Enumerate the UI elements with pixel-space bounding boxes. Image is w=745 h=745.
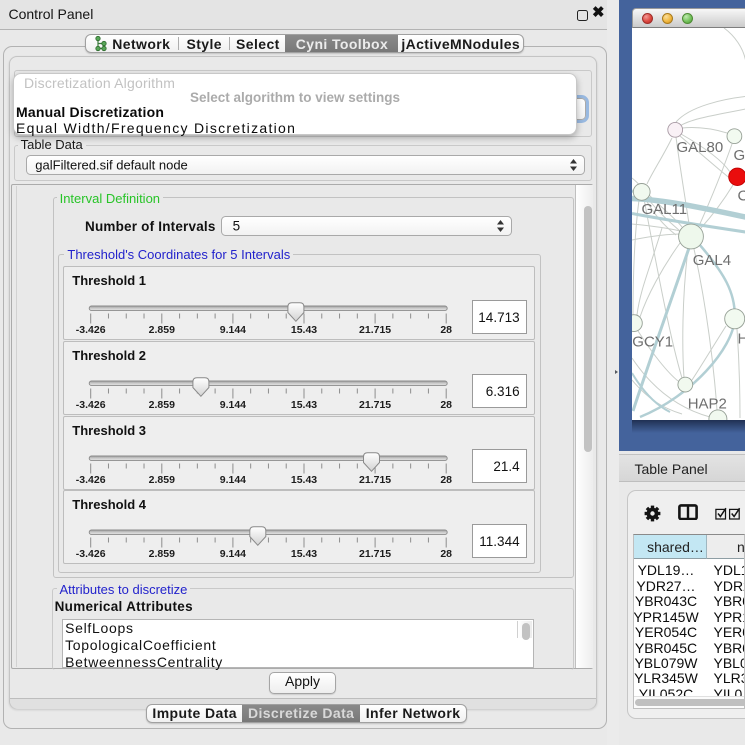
svg-text:15.43: 15.43 — [291, 474, 317, 486]
svg-text:2.859: 2.859 — [148, 474, 174, 486]
svg-text:28: 28 — [440, 324, 452, 336]
svg-text:GAL: GAL — [733, 147, 745, 164]
svg-text:C: C — [737, 187, 745, 204]
svg-text:HAP2: HAP2 — [687, 395, 726, 412]
svg-text:H: H — [737, 330, 745, 347]
svg-text:15.43: 15.43 — [291, 548, 317, 560]
svg-text:9.144: 9.144 — [220, 399, 246, 411]
svg-text:-3.426: -3.426 — [76, 399, 106, 411]
svg-text:2.859: 2.859 — [148, 548, 174, 560]
svg-text:28: 28 — [440, 474, 452, 486]
svg-text:-3.426: -3.426 — [76, 548, 106, 560]
svg-text:28: 28 — [440, 399, 452, 411]
svg-text:28: 28 — [440, 548, 452, 560]
svg-text:-3.426: -3.426 — [76, 474, 106, 486]
svg-text:2.859: 2.859 — [148, 324, 174, 336]
svg-text:-3.426: -3.426 — [76, 324, 106, 336]
svg-text:21.715: 21.715 — [359, 324, 391, 336]
svg-text:21.715: 21.715 — [359, 474, 391, 486]
svg-text:21.715: 21.715 — [359, 548, 391, 560]
svg-text:15.43: 15.43 — [291, 324, 317, 336]
svg-text:9.144: 9.144 — [220, 324, 246, 336]
svg-text:9.144: 9.144 — [220, 548, 246, 560]
svg-text:15.43: 15.43 — [291, 399, 317, 411]
svg-text:GCY1: GCY1 — [632, 333, 673, 350]
svg-text:9.144: 9.144 — [220, 474, 246, 486]
svg-text:GAL4: GAL4 — [692, 252, 730, 269]
svg-text:GAL11: GAL11 — [641, 201, 687, 218]
svg-text:GAL80: GAL80 — [676, 139, 723, 156]
svg-text:2.859: 2.859 — [148, 399, 174, 411]
svg-text:21.715: 21.715 — [359, 399, 391, 411]
